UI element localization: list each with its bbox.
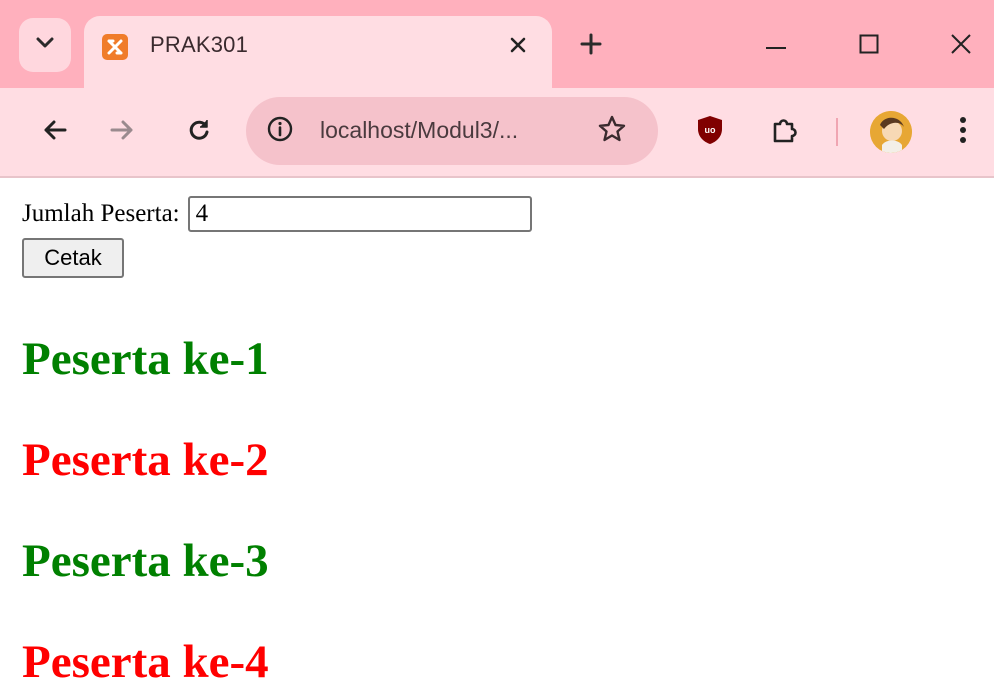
print-button[interactable]: Cetak	[22, 238, 124, 278]
info-icon	[267, 116, 293, 147]
arrow-right-icon	[110, 119, 134, 146]
chevron-down-icon	[36, 36, 54, 54]
address-bar[interactable]: localhost/Modul3/...	[246, 97, 658, 165]
bookmark-button[interactable]	[594, 113, 630, 149]
new-tab-button[interactable]	[575, 30, 607, 62]
browser-toolbar: localhost/Modul3/... uo	[0, 88, 994, 178]
star-icon	[597, 114, 627, 149]
participant-heading-2: Peserta ke-2	[22, 434, 269, 486]
tab-strip: PRAK301	[0, 0, 994, 88]
tab-title: PRAK301	[150, 32, 249, 57]
participant-count-input[interactable]	[187, 196, 532, 232]
participant-heading-3: Peserta ke-3	[22, 535, 269, 587]
ublock-extension-button[interactable]: uo	[690, 112, 730, 152]
minimize-button[interactable]	[758, 28, 794, 64]
participant-count-label: Jumlah Peserta:	[22, 200, 180, 227]
plus-icon	[580, 33, 602, 60]
back-button[interactable]	[37, 114, 73, 150]
reload-button[interactable]	[181, 114, 217, 150]
svg-text:uo: uo	[705, 125, 716, 135]
tab-close-button[interactable]	[504, 33, 532, 61]
xampp-icon	[102, 34, 128, 60]
kebab-menu-icon	[959, 116, 967, 149]
puzzle-icon	[769, 115, 799, 150]
url-text: localhost/Modul3/...	[320, 117, 519, 143]
toolbar-separator	[836, 118, 838, 146]
arrow-left-icon	[43, 119, 67, 146]
close-icon	[509, 36, 527, 59]
window-close-button[interactable]	[943, 28, 979, 64]
tab-search-button[interactable]	[19, 18, 71, 72]
maximize-button[interactable]	[851, 28, 887, 64]
participant-heading-4: Peserta ke-4	[22, 636, 269, 681]
participant-heading-1: Peserta ke-1	[22, 333, 269, 385]
reload-icon	[187, 118, 211, 147]
page-content: Jumlah Peserta: Cetak Peserta ke-1 Peser…	[0, 178, 994, 681]
close-icon	[950, 33, 972, 60]
maximize-icon	[859, 34, 879, 59]
ublock-origin-icon: uo	[696, 115, 724, 150]
browser-window: PRAK301 localhost/Modul3/... uo Jumlah P…	[0, 0, 994, 681]
forward-button[interactable]	[104, 114, 140, 150]
extensions-button[interactable]	[764, 112, 804, 152]
tab-active[interactable]: PRAK301	[84, 16, 552, 88]
avatar[interactable]	[870, 111, 912, 153]
browser-menu-button[interactable]	[943, 112, 983, 152]
site-info-button[interactable]	[260, 111, 300, 151]
minimize-icon	[765, 37, 787, 55]
participant-form: Jumlah Peserta:	[22, 196, 532, 232]
